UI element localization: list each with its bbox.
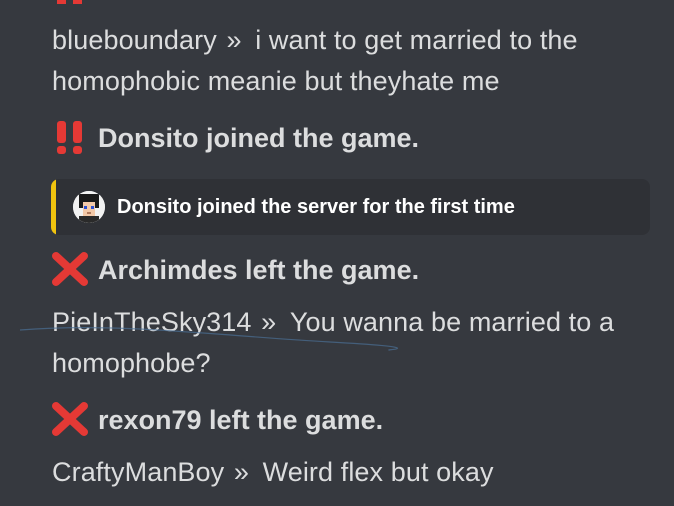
chat-feed: blueboundary » i want to get married to … (0, 0, 674, 506)
message-author: blueboundary (52, 25, 217, 55)
double-exclamation-icon (57, 120, 82, 154)
double-exclamation-icon (57, 0, 82, 4)
leave-event: Archimdes left the game. (52, 250, 419, 290)
chat-message: blueboundary » i want to get married to … (52, 20, 652, 102)
event-text: Archimdes left the game. (98, 255, 420, 285)
message-separator: » (261, 307, 277, 337)
embed-text: Donsito joined the server for the first … (117, 196, 515, 218)
message-author: PieInTheSky314 (52, 307, 252, 337)
message-text: Weird flex but okay (262, 457, 494, 487)
event-text: rexon79 left the game. (98, 405, 384, 435)
leave-event: rexon79 left the game. (52, 400, 383, 440)
avatar (73, 191, 105, 223)
embed-accent-bar (51, 179, 56, 235)
message-separator: » (233, 457, 249, 487)
event-text: Donsito joined the game. (98, 123, 420, 153)
message-author: CraftyManBoy (52, 457, 225, 487)
cross-mark-icon (52, 251, 88, 286)
message-separator: » (226, 25, 242, 55)
join-event: Donsito joined the game. (52, 118, 419, 158)
cross-mark-icon (52, 401, 88, 436)
player-head-icon (73, 191, 105, 223)
server-join-embed: Donsito joined the server for the first … (51, 179, 650, 235)
chat-message: CraftyManBoy » Weird flex but okay (52, 452, 652, 493)
chat-message: PieInTheSky314 » You wanna be married to… (52, 302, 652, 384)
partial-event-top (52, 0, 98, 4)
